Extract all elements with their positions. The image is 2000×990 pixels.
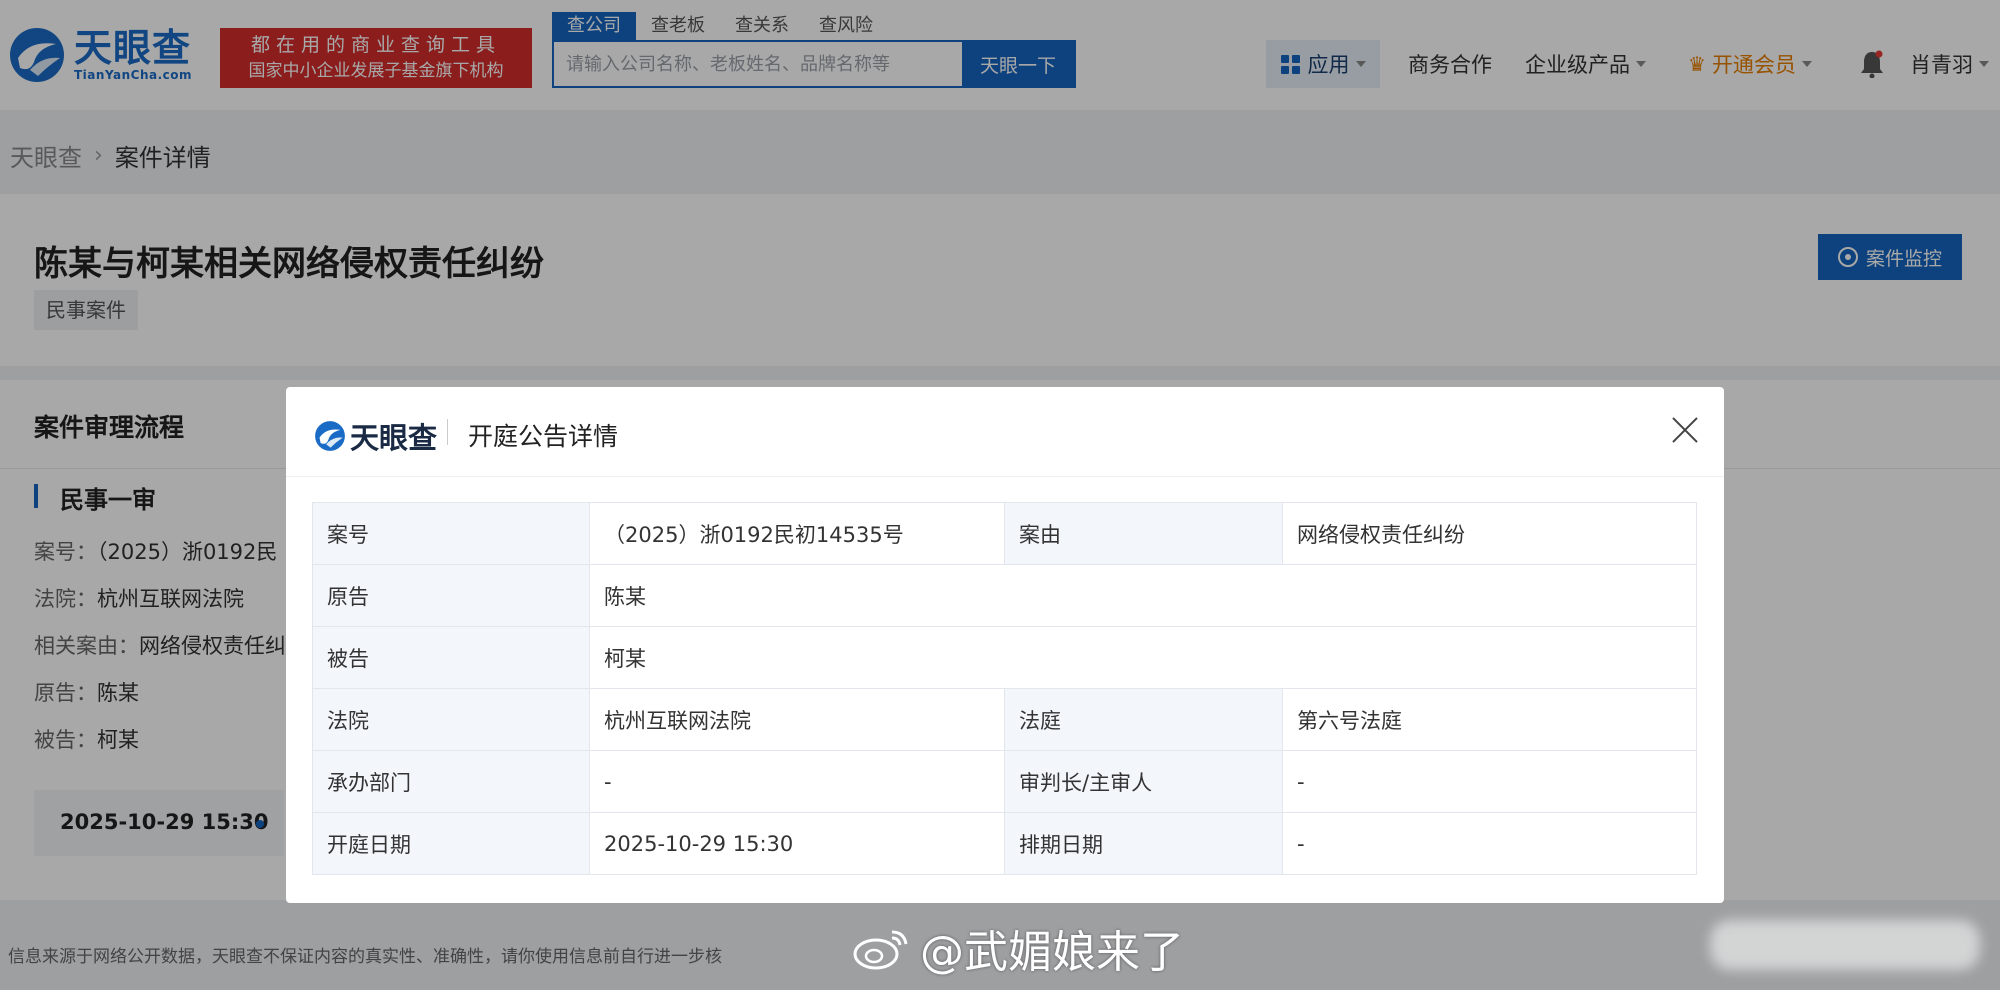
table-row: 开庭日期 2025-10-29 15:30 排期日期 -	[312, 812, 1697, 875]
field-value: -	[1282, 750, 1697, 813]
table-row: 被告 柯某	[312, 626, 1697, 689]
field-value: 杭州互联网法院	[589, 688, 1005, 751]
divider	[447, 419, 448, 445]
blurred-watermark	[1710, 920, 1980, 970]
weibo-logo-icon	[853, 930, 908, 970]
field-value: -	[589, 750, 1005, 813]
field-value: 陈某	[589, 564, 1697, 627]
table-row: 原告 陈某	[312, 564, 1697, 627]
field-label: 被告	[312, 626, 590, 689]
field-value: 2025-10-29 15:30	[589, 812, 1005, 875]
modal-logo: 天眼查	[314, 415, 437, 457]
field-value: 网络侵权责任纠纷	[1282, 502, 1697, 565]
modal-header: 天眼查 开庭公告详情	[286, 387, 1724, 477]
table-row: 案号 （2025）浙0192民初14535号 案由 网络侵权责任纠纷	[312, 502, 1697, 565]
field-label: 案由	[1004, 502, 1283, 565]
hearing-notice-modal: 天眼查 开庭公告详情 案号 （2025）浙0192民初14535号 案由 网络侵…	[286, 387, 1724, 903]
field-label: 法院	[312, 688, 590, 751]
table-row: 承办部门 - 审判长/主审人 -	[312, 750, 1697, 813]
field-value: 柯某	[589, 626, 1697, 689]
field-value: -	[1282, 812, 1697, 875]
field-label: 开庭日期	[312, 812, 590, 875]
field-label: 原告	[312, 564, 590, 627]
field-label: 排期日期	[1004, 812, 1283, 875]
weibo-watermark: @武媚娘来了	[852, 916, 1184, 980]
field-value: （2025）浙0192民初14535号	[589, 502, 1005, 565]
field-label: 法庭	[1004, 688, 1283, 751]
modal-title: 开庭公告详情	[468, 422, 619, 451]
field-value: 第六号法庭	[1282, 688, 1697, 751]
tianyancha-logo-icon	[315, 421, 345, 451]
watermark-text: @武媚娘来了	[920, 927, 1184, 978]
hearing-detail-table: 案号 （2025）浙0192民初14535号 案由 网络侵权责任纠纷 原告 陈某…	[312, 502, 1697, 875]
modal-logo-text: 天眼查	[350, 421, 438, 455]
field-label: 承办部门	[312, 750, 590, 813]
field-label: 审判长/主审人	[1004, 750, 1283, 813]
close-icon[interactable]	[1670, 415, 1700, 445]
field-label: 案号	[312, 502, 590, 565]
table-row: 法院 杭州互联网法院 法庭 第六号法庭	[312, 688, 1697, 751]
